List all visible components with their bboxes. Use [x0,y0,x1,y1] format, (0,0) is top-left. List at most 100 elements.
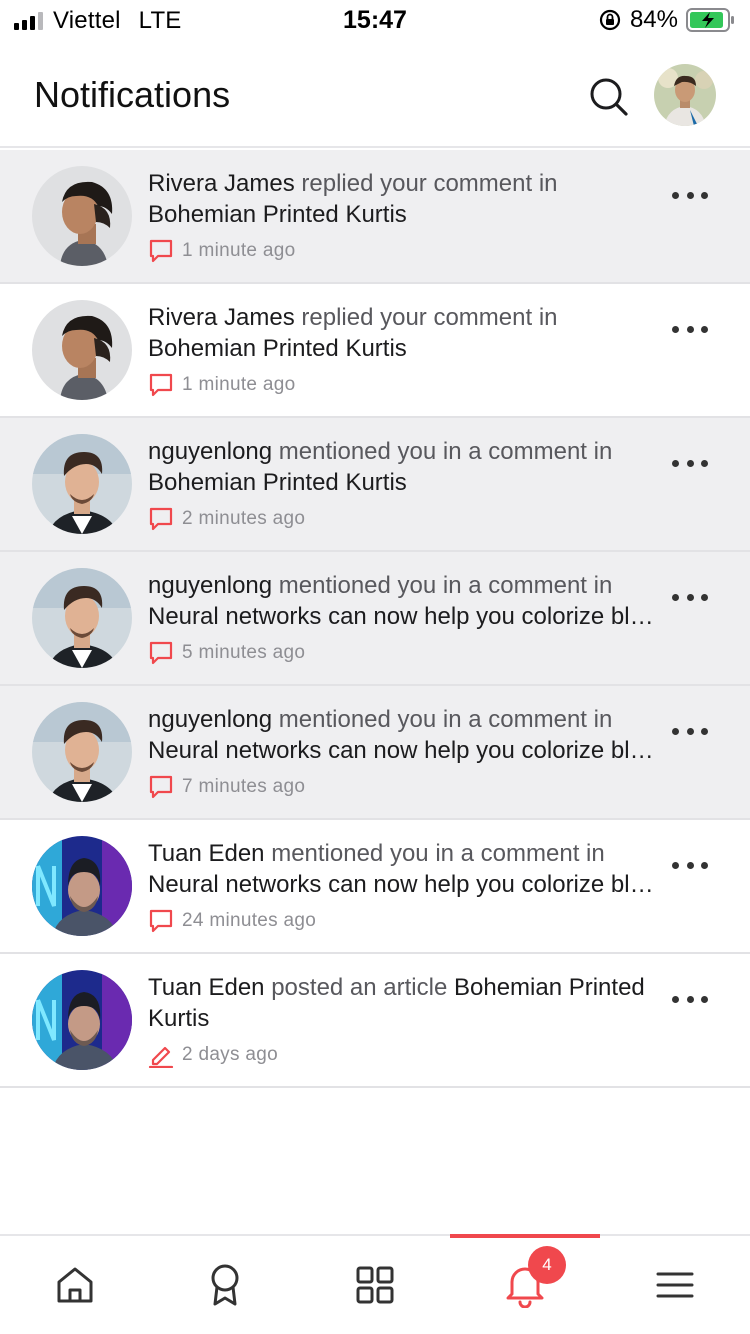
notification-avatar[interactable] [32,702,132,802]
more-dot-icon [672,861,679,869]
notification-target[interactable]: Bohemian Printed Kurtis [148,333,658,364]
notification-list: Rivera James replied your comment in Bohe… [0,150,750,1088]
notification-text: nguyenlong mentioned you in a comment in… [148,704,658,766]
notification-avatar[interactable] [32,836,132,936]
more-options-button[interactable] [672,992,708,1006]
notification-target[interactable]: Neural networks can now help you coloriz… [148,869,658,900]
notification-time: 24 minutes ago [182,910,317,931]
notification-avatar[interactable] [32,568,132,668]
notification-text: nguyenlong mentioned you in a comment in… [148,436,658,498]
comment-icon [148,372,174,398]
grid-icon [356,1266,394,1304]
award-icon [211,1264,239,1306]
more-dot-icon [672,593,679,601]
user-avatar[interactable] [654,64,716,126]
more-dot-icon [672,325,679,333]
search-button[interactable] [588,76,630,118]
more-dot-icon [686,861,694,869]
search-icon [590,78,628,116]
notification-target[interactable]: Neural networks can now help you coloriz… [148,601,658,632]
notification-action: mentioned you in a comment in [278,572,613,599]
more-dot-icon [686,593,694,601]
notification-avatar[interactable] [32,970,132,1070]
more-options-button[interactable] [672,456,708,470]
more-options-button[interactable] [672,724,708,738]
notification-time: 1 minute ago [182,374,296,395]
more-options-button[interactable] [672,322,708,336]
comment-icon [148,774,174,800]
comment-icon [148,506,174,532]
notification-item[interactable]: Tuan Eden mentioned you in a comment in N… [0,820,750,954]
notification-item[interactable]: Rivera James replied your comment in Bohe… [0,284,750,418]
notification-text: nguyenlong mentioned you in a comment in… [148,570,658,632]
notification-avatar[interactable] [32,300,132,400]
notification-action: posted an article [271,974,448,1001]
more-dot-icon [701,325,708,333]
page-title: Notifications [34,74,231,115]
more-dot-icon [686,727,694,735]
notification-actor[interactable]: nguyenlong [148,438,272,465]
more-dot-icon [672,995,679,1003]
notification-actor[interactable]: Tuan Eden [148,840,265,867]
notification-actor[interactable]: nguyenlong [148,706,272,733]
notification-actor[interactable]: Rivera James [148,170,295,197]
notification-time: 2 minutes ago [182,508,306,529]
battery-percent: 84% [629,6,678,33]
notification-meta: 1 minute ago [148,372,295,398]
tab-awards[interactable] [150,1236,300,1334]
tab-bar: 4 [0,1234,750,1334]
notification-avatar[interactable] [32,166,132,266]
notification-avatar[interactable] [32,434,132,534]
notification-action: mentioned you in a comment in [278,438,613,465]
comment-icon [148,238,174,264]
notification-actor[interactable]: nguyenlong [148,572,272,599]
more-options-button[interactable] [672,188,708,202]
notification-target[interactable]: Neural networks can now help you coloriz… [148,735,658,766]
notification-actor[interactable]: Rivera James [148,304,295,331]
notification-meta: 1 minute ago [148,238,295,264]
notification-meta: 2 days ago [148,1042,278,1069]
notification-actor[interactable]: Tuan Eden [148,974,265,1001]
more-dot-icon [672,727,679,735]
more-dot-icon [686,459,694,467]
more-dot-icon [701,995,708,1003]
rotation-lock-icon [599,9,621,31]
avatar-image [654,64,716,126]
notification-item[interactable]: Rivera James replied your comment in Bohe… [0,150,750,284]
notification-target[interactable]: Bohemian Printed Kurtis [148,199,658,230]
notification-time: 1 minute ago [182,240,296,261]
tab-notifications[interactable] [450,1236,600,1334]
more-dot-icon [686,191,694,199]
notification-badge: 4 [528,1246,566,1284]
more-dot-icon [701,727,708,735]
notification-action: replied your comment in [301,170,558,197]
notification-item[interactable]: nguyenlong mentioned you in a comment in… [0,686,750,820]
notification-text: Tuan Eden posted an article Bohemian Pri… [148,972,658,1034]
more-dot-icon [701,593,708,601]
notification-time: 5 minutes ago [182,642,306,663]
status-bar: Viettel LTE 15:47 84% [0,0,750,42]
menu-icon [656,1272,694,1298]
status-right: 84% [598,6,736,34]
more-dot-icon [701,861,708,869]
notification-action: mentioned you in a comment in [271,840,605,867]
more-options-button[interactable] [672,590,708,604]
notification-meta: 7 minutes ago [148,774,305,800]
tab-home[interactable] [0,1236,150,1334]
more-dot-icon [686,325,694,333]
more-options-button[interactable] [672,858,708,872]
home-icon [57,1267,93,1303]
notification-meta: 5 minutes ago [148,640,305,666]
notification-time: 2 days ago [182,1044,278,1065]
notification-target[interactable]: Bohemian Printed Kurtis [148,467,658,498]
notification-item[interactable]: Tuan Eden posted an article Bohemian Pri… [0,954,750,1088]
tab-menu[interactable] [600,1236,750,1334]
more-dot-icon [686,995,694,1003]
notification-text: Tuan Eden mentioned you in a comment in N… [148,838,658,900]
notification-item[interactable]: nguyenlong mentioned you in a comment in… [0,418,750,552]
app-header: Notifications [0,42,750,148]
tab-apps[interactable] [300,1236,450,1334]
comment-icon [148,640,174,666]
notification-item[interactable]: nguyenlong mentioned you in a comment in… [0,552,750,686]
more-dot-icon [672,191,679,199]
